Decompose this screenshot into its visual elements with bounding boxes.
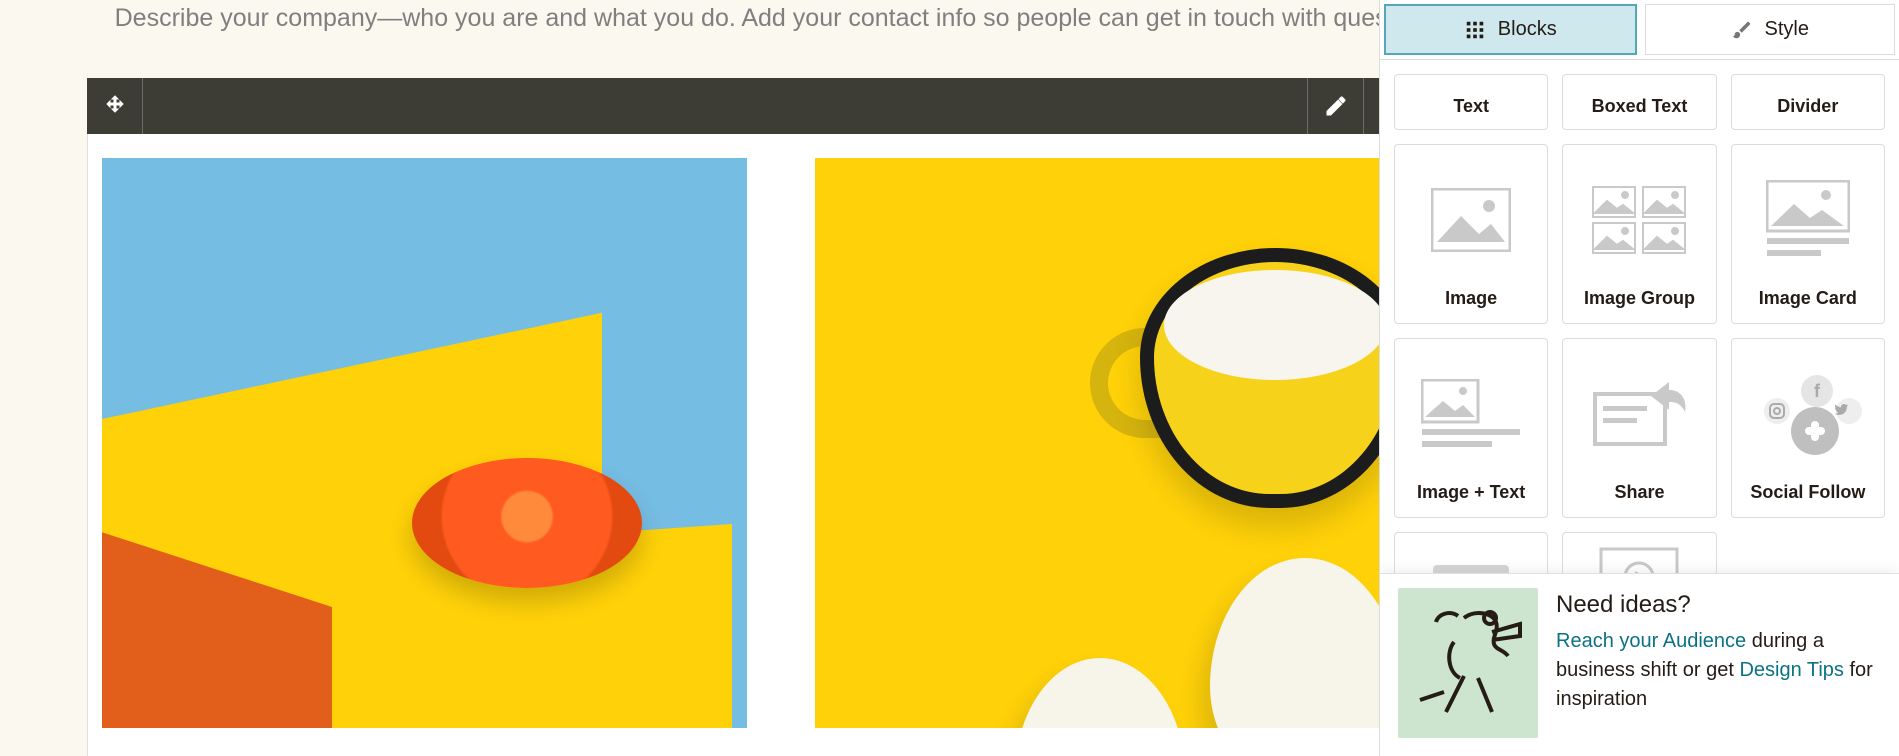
column-left-heading: Remind people what you offer — [102, 752, 747, 756]
intro-text: Describe your company—who you are and wh… — [87, 0, 1475, 38]
column-right[interactable]: Share any relevant updates — [801, 134, 1474, 756]
block-image-card[interactable]: Image Card — [1731, 144, 1885, 324]
image-group-icon — [1571, 159, 1707, 280]
svg-text:f: f — [1814, 381, 1821, 401]
two-column-layout: Remind people what you offer Share any r… — [87, 134, 1475, 756]
move-icon — [103, 94, 127, 118]
column-left-image — [102, 158, 747, 728]
column-right-image — [815, 158, 1460, 728]
selected-content-block[interactable]: Remind people what you offer Share any r… — [87, 78, 1475, 756]
email-canvas: Describe your company—who you are and wh… — [57, 0, 1505, 756]
share-icon — [1571, 353, 1707, 474]
help-link-design-tips[interactable]: Design Tips — [1739, 659, 1844, 681]
help-title: Need ideas? — [1556, 588, 1881, 623]
block-text[interactable]: Text — [1394, 74, 1548, 130]
image-card-icon — [1740, 159, 1876, 280]
social-follow-icon: f — [1740, 353, 1876, 474]
help-link-reach-audience[interactable]: Reach your Audience — [1556, 630, 1746, 652]
help-card: Need ideas? Reach your Audience during a… — [1380, 573, 1899, 756]
tab-blocks-label: Blocks — [1498, 18, 1557, 41]
block-boxed-text[interactable]: Boxed Text — [1562, 74, 1716, 130]
side-panel-tabs: Blocks Style — [1380, 0, 1899, 60]
column-right-heading: Share any relevant updates — [815, 752, 1460, 756]
tab-blocks[interactable]: Blocks — [1384, 4, 1637, 55]
side-panel: Blocks Style Text Boxed Text Divider Ima… — [1379, 0, 1899, 756]
brush-icon — [1731, 19, 1753, 41]
move-handle[interactable] — [87, 78, 143, 134]
block-image-text[interactable]: Image + Text — [1394, 338, 1548, 518]
tab-style-label: Style — [1765, 18, 1809, 41]
help-body: Reach your Audience during a business sh… — [1556, 627, 1881, 714]
image-text-icon — [1403, 353, 1539, 474]
edit-button[interactable] — [1307, 78, 1363, 134]
block-social-follow[interactable]: f Social Follow — [1731, 338, 1885, 518]
block-image[interactable]: Image — [1394, 144, 1548, 324]
help-illustration — [1398, 588, 1538, 738]
block-image-group[interactable]: Image Group — [1562, 144, 1716, 324]
image-icon — [1403, 159, 1539, 280]
tab-style[interactable]: Style — [1645, 4, 1896, 55]
block-share[interactable]: Share — [1562, 338, 1716, 518]
pencil-icon — [1324, 94, 1348, 118]
editor-canvas-viewport[interactable]: Describe your company—who you are and wh… — [0, 0, 1562, 756]
block-divider[interactable]: Divider — [1731, 74, 1885, 130]
column-left[interactable]: Remind people what you offer — [88, 134, 761, 756]
block-toolbar — [87, 78, 1475, 134]
blocks-palette[interactable]: Text Boxed Text Divider Image — [1380, 60, 1899, 756]
grid-icon — [1464, 19, 1486, 41]
